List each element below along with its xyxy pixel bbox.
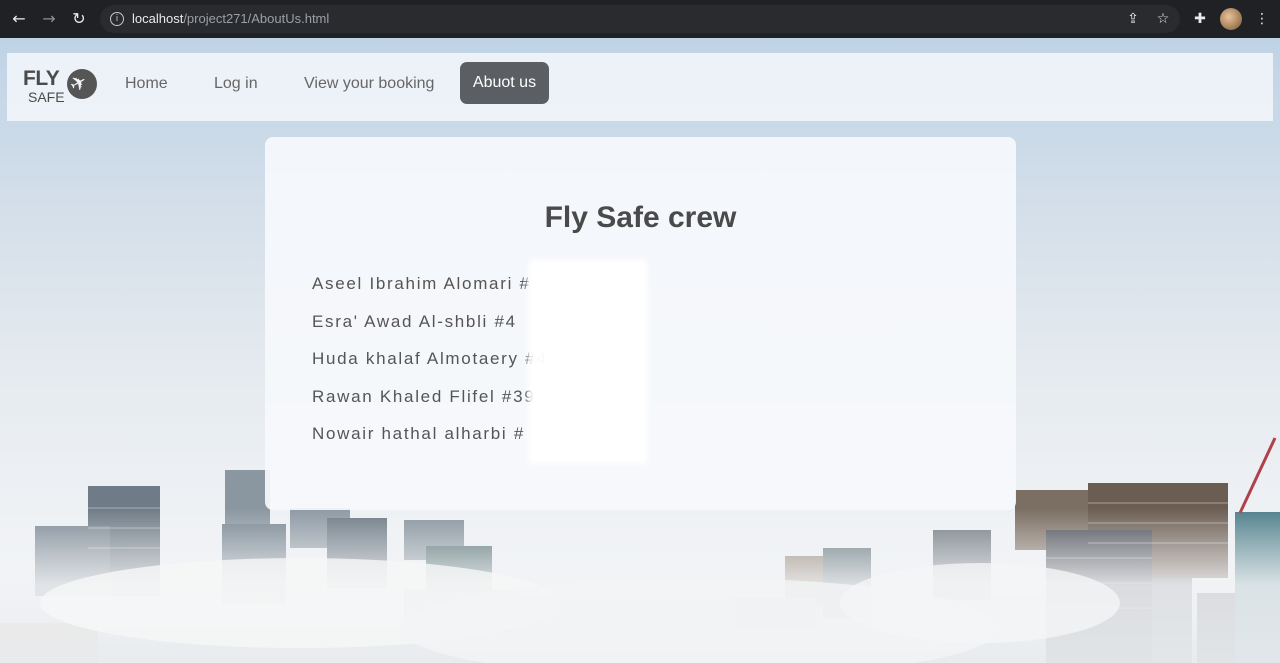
nav-link-about-us[interactable]: Abuot us — [460, 62, 549, 104]
crew-member: Aseel Ibrahim Alomari # — [312, 274, 531, 293]
site-navbar: FLY SAFE ✈ Home Log in View your booking… — [7, 53, 1273, 121]
url-path: /project271/AboutUs.html — [183, 11, 330, 26]
crew-member: Nowair hathal alharbi # — [312, 424, 525, 443]
nav-link-login[interactable]: Log in — [214, 75, 258, 93]
extensions-icon[interactable]: ✚ — [1190, 9, 1210, 29]
crew-card: Fly Safe crew Aseel Ibrahim Alomari # Es… — [265, 137, 1016, 510]
browser-toolbar: ← → ↻ i localhost/project271/AboutUs.htm… — [0, 0, 1280, 38]
crew-member: Rawan Khaled Flifel #39 — [312, 386, 536, 406]
fly-safe-logo[interactable]: FLY SAFE ✈ — [21, 65, 101, 109]
reload-icon[interactable]: ↻ — [69, 9, 89, 29]
page-background: FLY SAFE ✈ Home Log in View your booking… — [0, 38, 1280, 663]
star-icon[interactable]: ☆ — [1153, 9, 1173, 29]
back-arrow-icon[interactable]: ← — [9, 9, 29, 29]
crew-list: Aseel Ibrahim Alomari # Esra' Awad Al-sh… — [312, 274, 547, 462]
info-icon[interactable]: i — [110, 12, 124, 26]
share-icon[interactable]: ⇪ — [1123, 9, 1143, 29]
menu-icon[interactable]: ⋮ — [1252, 9, 1272, 29]
logo-text-bottom: SAFE — [28, 89, 65, 105]
logo-text-top: FLY — [23, 67, 60, 90]
crew-member: Esra' Awad Al-shbli #4 — [312, 311, 517, 331]
url-host: localhost — [132, 11, 184, 26]
page-title: Fly Safe crew — [544, 201, 737, 234]
address-bar[interactable]: i localhost/project271/AboutUs.html ⇪ ☆ — [100, 5, 1180, 33]
forward-arrow-icon[interactable]: → — [39, 9, 59, 29]
nav-link-home[interactable]: Home — [125, 75, 168, 93]
nav-link-view-booking[interactable]: View your booking — [304, 75, 434, 93]
url-text[interactable]: localhost/project271/AboutUs.html — [132, 11, 329, 26]
profile-avatar[interactable] — [1220, 8, 1242, 30]
redaction-overlay — [528, 259, 648, 464]
crew-member: Huda khalaf Almotaery #4 — [312, 349, 548, 368]
